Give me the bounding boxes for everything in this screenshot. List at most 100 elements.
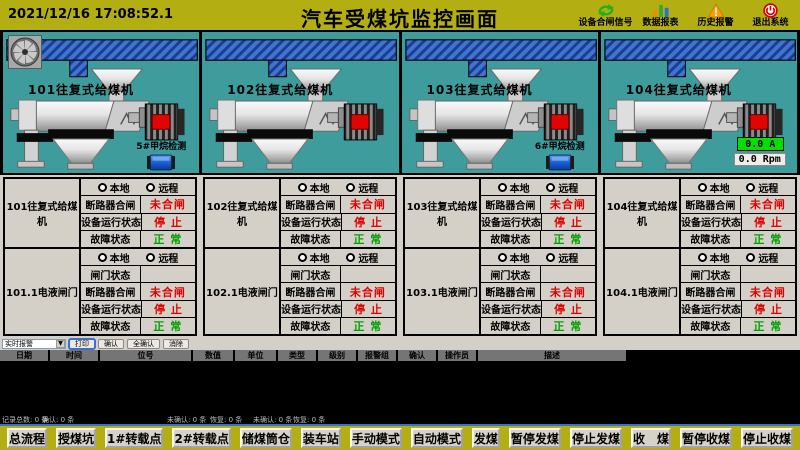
- status-row: 设备运行状态停 止: [281, 301, 395, 318]
- status-row: 故障状态正 常: [281, 231, 395, 247]
- status-row: 闸门状态: [681, 266, 795, 283]
- radio-remote-label: 远程: [158, 250, 178, 265]
- sync-icon: [596, 3, 616, 18]
- alarm-toolbar-button-4[interactable]: 消除: [163, 339, 189, 349]
- status-value: 停 止: [742, 214, 795, 230]
- nav-button-11[interactable]: 停止发煤: [570, 428, 622, 448]
- radio-local-radio[interactable]: [498, 183, 507, 192]
- status-row: 设备运行状态停 止: [81, 214, 195, 231]
- status-value: 正 常: [341, 318, 395, 334]
- motor-current-display: 0.0 A: [737, 137, 784, 151]
- alarm-column-header: 操作员: [438, 350, 478, 361]
- scada-screen: 2021/12/16 17:08:52.1 汽车受煤坑监控画面 设备合闸信号数据…: [0, 0, 800, 450]
- status-label: 设备运行状态: [281, 214, 342, 230]
- valve-rows: 本地远程闸门状态断路器合闸未合闸设备运行状态停 止故障状态正 常: [81, 249, 195, 334]
- nav-button-3[interactable]: 1#转载点: [105, 428, 163, 448]
- radio-remote-radio[interactable]: [346, 183, 355, 192]
- valve-status-section: 101.1电液闸门本地远程闸门状态断路器合闸未合闸设备运行状态停 止故障状态正 …: [5, 247, 195, 334]
- nav-button-4[interactable]: 2#转载点: [172, 428, 230, 448]
- radio-remote-radio[interactable]: [146, 183, 155, 192]
- nav-button-10[interactable]: 暂停发煤: [509, 428, 561, 448]
- radio-remote-radio[interactable]: [746, 253, 755, 262]
- alarm-table: 日期时间位号数值单位类型级别报警组确认操作员描述 记录总数: 0 条确认: 0 …: [0, 350, 800, 424]
- status-row: 故障状态正 常: [81, 231, 195, 247]
- nav-button-1[interactable]: 总流程: [7, 428, 47, 448]
- nav-button-14[interactable]: 停止收煤: [741, 428, 793, 448]
- status-value: 正 常: [741, 318, 795, 334]
- radio-remote-group: 远程: [346, 180, 378, 195]
- alarm-list-body[interactable]: [0, 361, 800, 414]
- status-value: 停 止: [342, 214, 395, 230]
- radio-remote-label: 远程: [358, 250, 378, 265]
- status-row: 断路器合闸未合闸: [281, 196, 395, 213]
- radio-local-radio[interactable]: [698, 253, 707, 262]
- nav-button-6[interactable]: 装车站: [301, 428, 341, 448]
- status-label: 设备运行状态: [81, 301, 142, 317]
- alarm-toolbar-button-1[interactable]: 打印: [69, 339, 95, 349]
- nav-button-13[interactable]: 暂停收煤: [680, 428, 732, 448]
- alarm-column-header: 时间: [50, 350, 100, 361]
- status-row: 断路器合闸未合闸: [481, 283, 595, 300]
- valve-name: 101.1电液闸门: [5, 249, 81, 334]
- feeder-status-section: 104往复式给煤机本地远程断路器合闸未合闸设备运行状态停 止故障状态正 常: [605, 179, 795, 247]
- alarm-column-header: 数值: [193, 350, 235, 361]
- methane-detector: 6#甲烷检测: [528, 139, 592, 173]
- status-label: 故障状态: [281, 231, 341, 247]
- radio-remote-radio[interactable]: [546, 183, 555, 192]
- status-value: 停 止: [342, 301, 395, 317]
- status-row: 故障状态正 常: [681, 231, 795, 247]
- methane-detector-label: 5#甲烷检测: [129, 139, 193, 152]
- radio-local-radio[interactable]: [298, 253, 307, 262]
- status-value: 正 常: [341, 231, 395, 247]
- alarm-toolbar-button-2[interactable]: 确认: [98, 339, 124, 349]
- machine-label: 103往复式给煤机: [427, 81, 533, 98]
- nav-button-9[interactable]: 发煤: [472, 428, 500, 448]
- titlebar-button-2[interactable]: 数据报表: [633, 0, 688, 30]
- status-label: 断路器合闸: [281, 196, 341, 212]
- radio-local-radio[interactable]: [98, 253, 107, 262]
- alarm-column-header: 报警组: [358, 350, 398, 361]
- radio-local-radio[interactable]: [298, 183, 307, 192]
- status-row: 设备运行状态停 止: [681, 301, 795, 318]
- machine-panel-101: 101往复式给煤机 5#甲烷检测: [3, 32, 199, 173]
- titlebar-button-1[interactable]: 设备合闸信号: [578, 0, 633, 30]
- radio-local-group: 本地: [98, 180, 130, 195]
- status-value: 停 止: [542, 301, 595, 317]
- control-mode-row: 本地远程: [81, 179, 195, 196]
- machine-label: 101往复式给煤机: [28, 81, 134, 98]
- nav-button-7[interactable]: 手动模式: [350, 428, 402, 448]
- status-label: 断路器合闸: [481, 283, 541, 299]
- alarm-toolbar-button-3[interactable]: 全确认: [127, 339, 160, 349]
- alarm-column-header: 类型: [278, 350, 318, 361]
- nav-button-12[interactable]: 收 煤: [631, 428, 671, 448]
- chevron-down-icon: ▼: [56, 340, 65, 348]
- radio-remote-label: 远程: [758, 250, 778, 265]
- status-box-103: 103往复式给煤机本地远程断路器合闸未合闸设备运行状态停 止故障状态正 常103…: [403, 177, 597, 336]
- alarm-column-header: 日期: [0, 350, 50, 361]
- control-mode-row: 本地远程: [481, 179, 595, 196]
- radio-remote-radio[interactable]: [146, 253, 155, 262]
- radio-remote-radio[interactable]: [746, 183, 755, 192]
- nav-button-8[interactable]: 自动模式: [411, 428, 463, 448]
- radio-local-radio[interactable]: [698, 183, 707, 192]
- equipment-status-area: 101往复式给煤机本地远程断路器合闸未合闸设备运行状态停 止故障状态正 常101…: [0, 175, 800, 338]
- control-mode-row: 本地远程: [681, 249, 795, 266]
- alarm-count-item: 恢复: 0 条: [210, 415, 242, 425]
- radio-remote-label: 远程: [358, 180, 378, 195]
- radio-local-radio[interactable]: [498, 253, 507, 262]
- status-row: 闸门状态: [81, 266, 195, 283]
- alarm-filter-dropdown[interactable]: 实时报警 ▼: [2, 339, 66, 349]
- nav-button-5[interactable]: 储煤筒仓: [240, 428, 292, 448]
- titlebar-button-3[interactable]: 历史报警: [688, 0, 743, 30]
- machine-label: 104往复式给煤机: [626, 81, 732, 98]
- motor-speed-display: 0.0 Rpm: [734, 153, 786, 166]
- feeder-status-section: 101往复式给煤机本地远程断路器合闸未合闸设备运行状态停 止故障状态正 常: [5, 179, 195, 247]
- radio-local-radio[interactable]: [98, 183, 107, 192]
- titlebar-button-4[interactable]: 退出系统: [743, 0, 798, 30]
- status-row: 闸门状态: [281, 266, 395, 283]
- feeder-rows: 本地远程断路器合闸未合闸设备运行状态停 止故障状态正 常: [81, 179, 195, 247]
- nav-button-2[interactable]: 授煤坑: [56, 428, 96, 448]
- radio-remote-radio[interactable]: [546, 253, 555, 262]
- radio-remote-radio[interactable]: [346, 253, 355, 262]
- titlebar-button-label: 退出系统: [752, 19, 788, 28]
